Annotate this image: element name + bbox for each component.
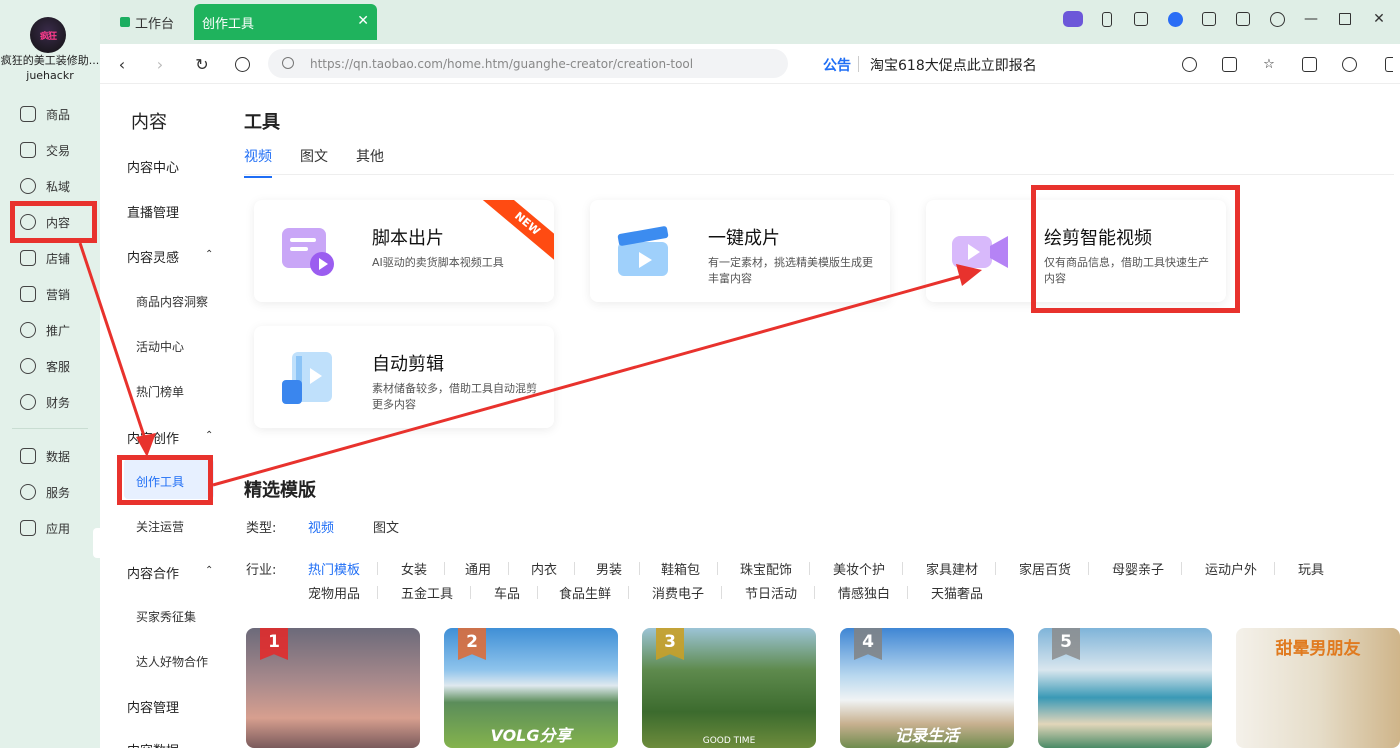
annotation-arrow-line <box>212 274 963 487</box>
annotation-arrowhead <box>136 433 156 457</box>
annotation-arrow-line <box>78 242 149 446</box>
annotation-arrows <box>78 242 982 487</box>
annotation-arrowhead <box>956 264 982 286</box>
